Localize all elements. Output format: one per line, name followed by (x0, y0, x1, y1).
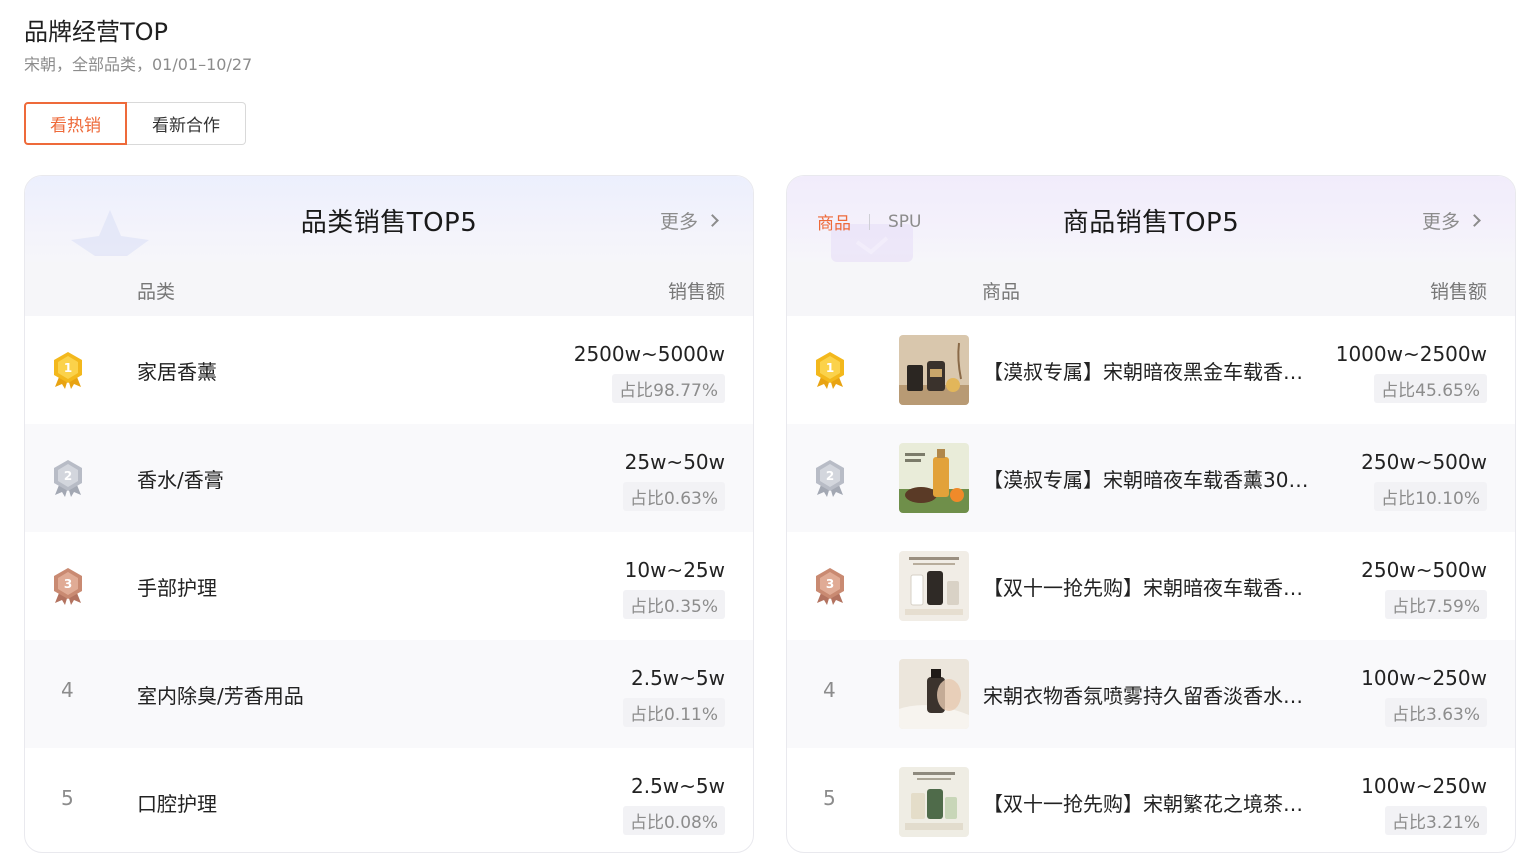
brand-top-page: 品牌经营TOP 宋朝，全部品类，01/01–10/27 看热销 看新合作 品类销… (0, 0, 1524, 854)
more-label: 更多 (659, 211, 698, 233)
product-name[interactable]: 【双十一抢先购】宋朝暗夜车载香… (983, 572, 1323, 601)
sales-amount: 2.5w~5w (630, 774, 725, 798)
category-name: 家居香薰 (137, 360, 217, 384)
chevron-right-icon (1468, 214, 1481, 227)
share-badge: 占比0.63% (622, 482, 725, 511)
sales-amount: 1000w~2500w (1335, 342, 1487, 366)
svg-text:3: 3 (64, 577, 72, 591)
share-badge: 占比3.63% (1384, 698, 1487, 727)
rank-number: 4 (823, 678, 836, 702)
category-name: 口腔护理 (137, 792, 217, 816)
table-row[interactable]: 1 家居香薰 2500w~5000w 占比98.77% (25, 316, 753, 424)
product-thumbnail (899, 335, 969, 405)
col-category: 品类 (137, 281, 176, 303)
svg-text:1: 1 (826, 361, 834, 375)
product-name[interactable]: 宋朝衣物香氛喷雾持久留香淡香水… (983, 680, 1323, 709)
share-badge: 占比45.65% (1374, 374, 1487, 403)
rank-number: 4 (61, 678, 74, 702)
rank-number: 5 (61, 786, 74, 810)
card-title: 商品销售TOP5 (1062, 208, 1240, 238)
share-badge: 占比3.21% (1384, 806, 1487, 835)
category-name: 手部护理 (137, 576, 217, 600)
product-thumbnail (899, 767, 969, 837)
category-name: 室内除臭/芳香用品 (137, 684, 304, 708)
table-row[interactable]: 5 【双十一抢先购】宋朝繁花之境茶… 100w~250w 占比3.21% (787, 748, 1515, 852)
category-name: 香水/香膏 (137, 468, 224, 492)
hot-sales-toggle[interactable]: 看热销 (24, 102, 127, 145)
page-subtitle: 宋朝，全部品类，01/01–10/27 (24, 55, 253, 74)
share-badge: 占比0.11% (622, 698, 725, 727)
svg-text:3: 3 (826, 577, 834, 591)
product-name[interactable]: 【漠叔专属】宋朝暗夜黑金车载香… (983, 356, 1323, 385)
share-badge: 占比98.77% (612, 374, 725, 403)
table-row[interactable]: 4 宋朝衣物香氛喷雾持久留香淡香水… 100w~250w 占比3.63% (787, 640, 1515, 748)
more-link[interactable]: 更多 (1421, 207, 1481, 234)
category-top5-card: 品类销售TOP5 更多 品类 销售额 1 家居香薰 2500w~5000w 占比… (24, 175, 754, 853)
card-header: 商品 SPU 商品销售TOP5 更多 (787, 176, 1515, 262)
share-badge: 占比0.35% (622, 590, 725, 619)
table-row[interactable]: 4 室内除臭/芳香用品 2.5w~5w 占比0.11% (25, 640, 753, 748)
new-partner-toggle[interactable]: 看新合作 (127, 102, 246, 145)
table-row[interactable]: 3 手部护理 10w~25w 占比0.35% (25, 532, 753, 640)
svg-text:2: 2 (64, 469, 72, 483)
table-header: 商品 销售额 (787, 262, 1515, 316)
bronze-medal-icon: 3 (54, 568, 82, 605)
gold-medal-icon: 1 (54, 352, 82, 389)
more-label: 更多 (1421, 211, 1460, 233)
col-sales: 销售额 (1429, 281, 1487, 303)
rank-number: 5 (823, 786, 836, 810)
share-badge: 占比0.08% (622, 806, 725, 835)
silver-medal-icon: 2 (816, 460, 844, 497)
table-row[interactable]: 3 【双十一抢先购】宋朝暗夜车载香… 250w~500w 占比7.59% (787, 532, 1515, 640)
bronze-medal-icon: 3 (816, 568, 844, 605)
svg-text:1: 1 (64, 361, 72, 375)
more-link[interactable]: 更多 (659, 207, 719, 234)
sales-amount: 100w~250w (1361, 666, 1487, 690)
sales-amount: 25w~50w (624, 450, 725, 474)
sales-amount: 2.5w~5w (630, 666, 725, 690)
product-thumbnail (899, 551, 969, 621)
card-header: 品类销售TOP5 更多 (25, 176, 753, 262)
table-row[interactable]: 2 香水/香膏 25w~50w 占比0.63% (25, 424, 753, 532)
share-badge: 占比10.10% (1374, 482, 1487, 511)
col-sales: 销售额 (667, 281, 725, 303)
view-toggle: 看热销 看新合作 (24, 102, 246, 145)
product-thumbnail (899, 659, 969, 729)
silver-medal-icon: 2 (54, 460, 82, 497)
sales-amount: 250w~500w (1361, 450, 1487, 474)
page-title: 品牌经营TOP (24, 18, 169, 46)
chevron-right-icon (706, 214, 719, 227)
svg-text:2: 2 (826, 469, 834, 483)
product-name[interactable]: 【双十一抢先购】宋朝繁花之境茶… (983, 788, 1323, 817)
product-name[interactable]: 【漠叔专属】宋朝暗夜车载香薰30… (983, 464, 1323, 493)
sales-amount: 2500w~5000w (573, 342, 725, 366)
table-row[interactable]: 5 口腔护理 2.5w~5w 占比0.08% (25, 748, 753, 852)
card-title: 品类销售TOP5 (300, 208, 478, 238)
table-header: 品类 销售额 (25, 262, 753, 316)
table-row[interactable]: 2 【漠叔专属】宋朝暗夜车载香薰30… 250w~500w 占比10.10% (787, 424, 1515, 532)
table-row[interactable]: 1 【漠叔专属】宋朝暗夜黑金车载香… 1000w~2500w 占比45.65% (787, 316, 1515, 424)
sales-amount: 250w~500w (1361, 558, 1487, 582)
gold-medal-icon: 1 (816, 352, 844, 389)
col-product: 商品 (982, 281, 1021, 303)
product-thumbnail (899, 443, 969, 513)
share-badge: 占比7.59% (1384, 590, 1487, 619)
sales-amount: 10w~25w (624, 558, 725, 582)
sales-amount: 100w~250w (1361, 774, 1487, 798)
product-top5-card: 商品 SPU 商品销售TOP5 更多 商品 销售额 1 【漠叔专属】宋朝暗夜黑金… (786, 175, 1516, 853)
